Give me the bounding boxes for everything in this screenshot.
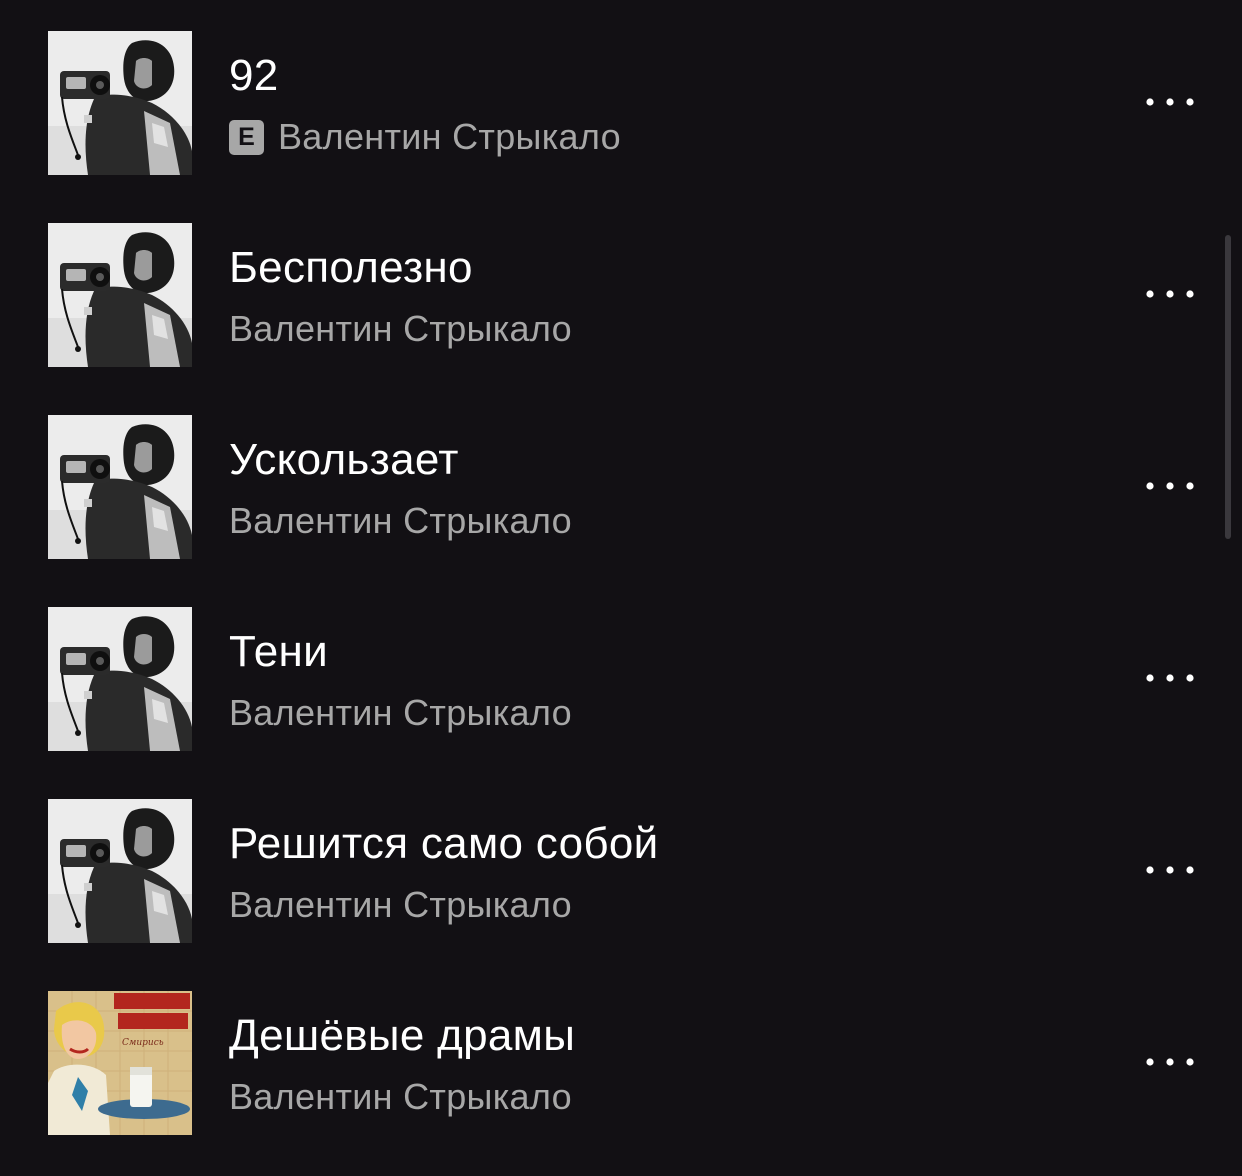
more-options-button[interactable] xyxy=(1136,654,1206,698)
track-subtitle: Валентин Стрыкало xyxy=(229,306,572,352)
track-title: Ускользает xyxy=(229,435,459,484)
more-horizontal-icon xyxy=(1146,290,1194,298)
album-cover xyxy=(48,223,192,367)
track-row[interactable]: Тени Валентин Стрыкало xyxy=(0,576,1242,768)
more-horizontal-icon xyxy=(1146,482,1194,490)
more-options-button[interactable] xyxy=(1136,1038,1206,1082)
artist-name[interactable]: Валентин Стрыкало xyxy=(229,692,572,734)
track-subtitle: E Валентин Стрыкало xyxy=(229,114,621,160)
track-title: Решится само собой xyxy=(229,819,659,868)
svg-text:Смирись: Смирись xyxy=(122,1038,164,1048)
more-horizontal-icon xyxy=(1146,674,1194,682)
track-list: 92 E Валентин Стрыкало Бесполезно Валент… xyxy=(0,0,1242,1176)
more-options-button[interactable] xyxy=(1136,846,1206,890)
scrollbar-thumb[interactable] xyxy=(1225,235,1231,539)
track-title: 92 xyxy=(229,51,279,100)
track-subtitle: Валентин Стрыкало xyxy=(229,690,572,736)
track-title: Бесполезно xyxy=(229,243,473,292)
track-subtitle: Валентин Стрыкало xyxy=(229,498,572,544)
more-options-button[interactable] xyxy=(1136,78,1206,122)
artist-name[interactable]: Валентин Стрыкало xyxy=(229,500,572,542)
track-row[interactable]: 92 E Валентин Стрыкало xyxy=(0,0,1242,192)
more-options-button[interactable] xyxy=(1136,270,1206,314)
more-horizontal-icon xyxy=(1146,98,1194,106)
more-options-button[interactable] xyxy=(1136,462,1206,506)
album-cover xyxy=(48,415,192,559)
more-horizontal-icon xyxy=(1146,1058,1194,1066)
explicit-badge: E xyxy=(229,119,264,155)
album-cover xyxy=(48,799,192,943)
more-horizontal-icon xyxy=(1146,866,1194,874)
artist-name[interactable]: Валентин Стрыкало xyxy=(229,884,572,926)
track-row[interactable]: Смирись Дешёвые драмы Валентин Стрыкало xyxy=(0,960,1242,1152)
track-title: Тени xyxy=(229,627,328,676)
track-row[interactable]: Решится само собой Валентин Стрыкало xyxy=(0,768,1242,960)
track-title: Дешёвые драмы xyxy=(229,1011,576,1060)
artist-name[interactable]: Валентин Стрыкало xyxy=(278,116,621,158)
track-subtitle: Валентин Стрыкало xyxy=(229,1074,572,1120)
album-cover: Смирись xyxy=(48,991,192,1135)
album-cover xyxy=(48,31,192,175)
track-subtitle: Валентин Стрыкало xyxy=(229,882,572,928)
track-row[interactable]: Бесполезно Валентин Стрыкало xyxy=(0,192,1242,384)
artist-name[interactable]: Валентин Стрыкало xyxy=(229,1076,572,1118)
track-row[interactable]: Ускользает Валентин Стрыкало xyxy=(0,384,1242,576)
artist-name[interactable]: Валентин Стрыкало xyxy=(229,308,572,350)
album-cover xyxy=(48,607,192,751)
